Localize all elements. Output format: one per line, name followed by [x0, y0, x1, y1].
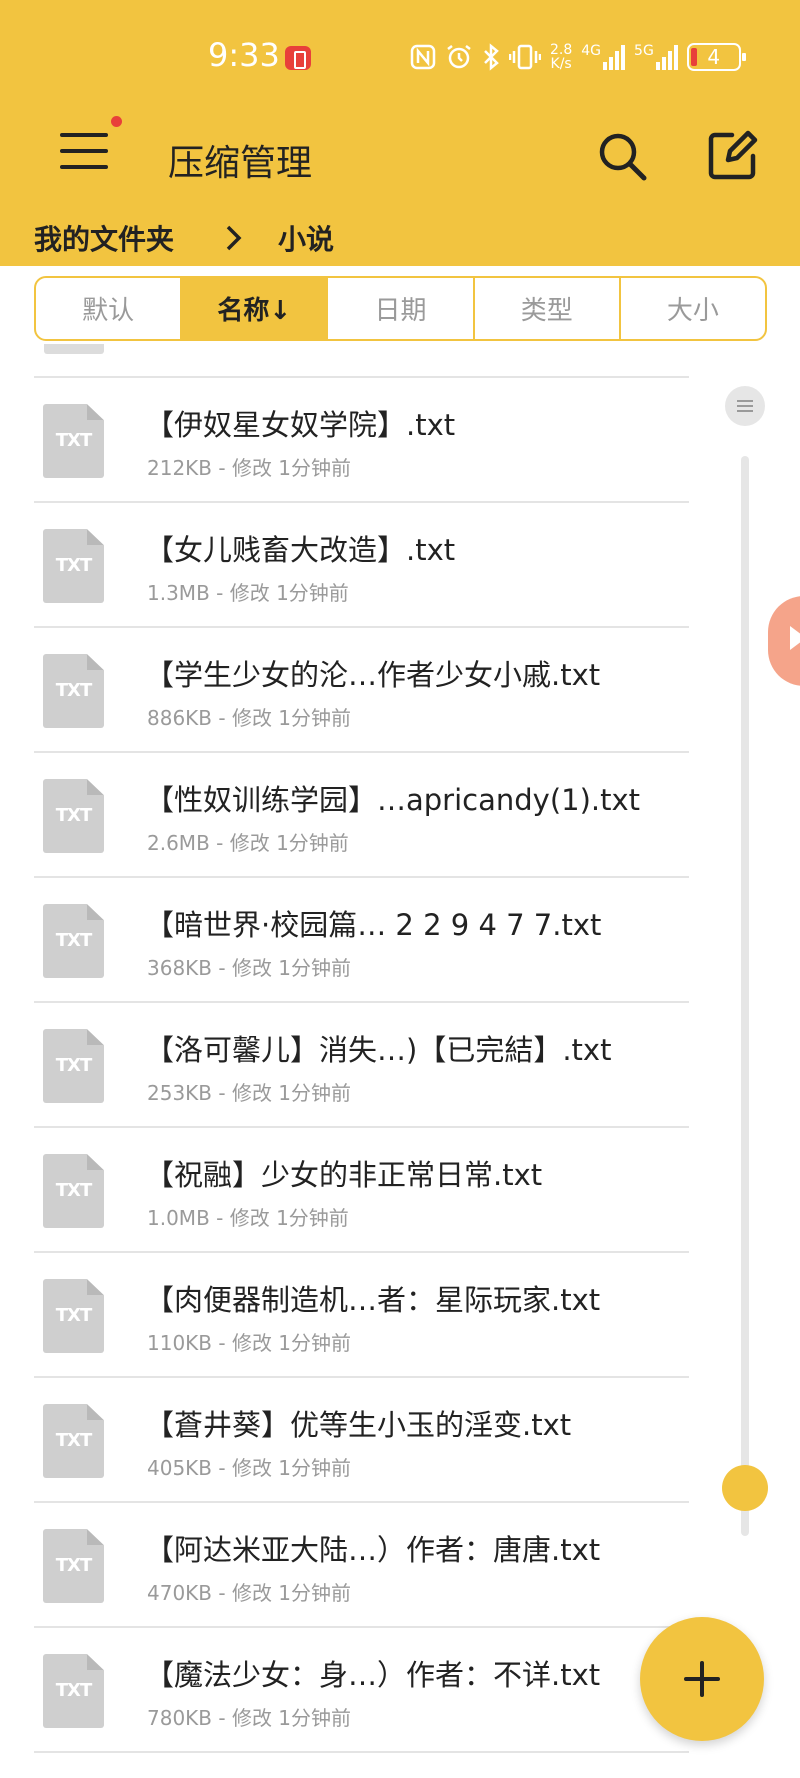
file-meta: 780KB - 修改 1分钟前: [147, 1706, 352, 1730]
txt-file-icon: TXT: [43, 529, 104, 603]
status-icons: 2.8 K/s 4G 5G 4: [410, 40, 746, 74]
file-name: 【女儿贱畜大改造】.txt: [145, 533, 456, 567]
scrollbar-thumb[interactable]: [722, 1465, 768, 1511]
file-meta: 368KB - 修改 1分钟前: [147, 956, 352, 980]
file-name: 【洛可馨儿】消失…)【已完結】.txt: [145, 1033, 612, 1067]
file-row[interactable]: TXT 【蒼井葵】优等生小玉的淫变.txt 405KB - 修改 1分钟前: [0, 1378, 800, 1503]
sort-tab-name[interactable]: 名称↓: [180, 278, 327, 339]
file-meta: 1.3MB - 修改 1分钟前: [147, 581, 349, 605]
txt-file-icon: TXT: [43, 1029, 104, 1103]
file-list: TXT 【伊奴星女奴学院】.txt 212KB - 修改 1分钟前 TXT 【女…: [0, 378, 800, 1753]
menu-icon[interactable]: [60, 133, 108, 173]
plus-icon: [684, 1661, 720, 1697]
file-row[interactable]: TXT 【祝融】少女的非正常日常.txt 1.0MB - 修改 1分钟前: [0, 1128, 800, 1253]
file-meta: 253KB - 修改 1分钟前: [147, 1081, 352, 1105]
alarm-icon: [447, 45, 471, 69]
txt-file-icon: TXT: [43, 1154, 104, 1228]
page-title: 压缩管理: [168, 143, 313, 184]
file-name: 【蒼井葵】优等生小玉的淫变.txt: [145, 1408, 572, 1442]
file-name: 【伊奴星女奴学院】.txt: [145, 408, 456, 442]
file-meta: 212KB - 修改 1分钟前: [147, 456, 352, 480]
file-row[interactable]: TXT 【性奴训练学园】…apricandy(1).txt 2.6MB - 修改…: [0, 753, 800, 878]
status-bar: 9:33 2.8 K/s 4G 5G 4: [0, 0, 800, 120]
file-row[interactable]: TXT 【阿达米亚大陆…）作者：唐唐.txt 470KB - 修改 1分钟前: [0, 1503, 800, 1628]
sort-tab-type[interactable]: 类型: [472, 278, 619, 339]
txt-file-icon: TXT: [43, 1529, 104, 1603]
edit-icon[interactable]: [706, 130, 758, 182]
file-name: 【性奴训练学园】…apricandy(1).txt: [145, 783, 641, 817]
sort-tab-size[interactable]: 大小: [618, 278, 765, 339]
file-row[interactable]: TXT 【暗世界·校园篇… 2 2 9 4 7 7.txt 368KB - 修改…: [0, 878, 800, 1003]
4g-signal-icon: 4G: [581, 44, 626, 70]
file-row[interactable]: TXT 【肉便器制造机…者：星际玩家.txt 110KB - 修改 1分钟前: [0, 1253, 800, 1378]
txt-file-icon: TXT: [43, 779, 104, 853]
recording-icon: [285, 46, 311, 70]
notification-dot: [111, 116, 122, 127]
file-meta: 405KB - 修改 1分钟前: [147, 1456, 352, 1480]
file-name: 【魔法少女：身…）作者：不详.txt: [145, 1658, 601, 1692]
data-speed: 2.8 K/s: [550, 42, 573, 72]
txt-file-icon: TXT: [43, 1654, 104, 1728]
txt-file-icon: TXT: [43, 904, 104, 978]
breadcrumb-current[interactable]: 小说: [278, 218, 334, 258]
bluetooth-icon: [484, 43, 499, 71]
add-button[interactable]: [640, 1617, 764, 1741]
file-row[interactable]: TXT 【洛可馨儿】消失…)【已完結】.txt 253KB - 修改 1分钟前: [0, 1003, 800, 1128]
file-name: 【学生少女的沦…作者少女小戚.txt: [145, 658, 601, 692]
battery-level: 4: [707, 45, 721, 69]
sort-tab-date[interactable]: 日期: [326, 278, 472, 339]
search-icon[interactable]: [596, 130, 648, 182]
file-name: 【祝融】少女的非正常日常.txt: [145, 1158, 543, 1192]
file-row[interactable]: TXT 【学生少女的沦…作者少女小戚.txt 886KB - 修改 1分钟前: [0, 628, 800, 753]
txt-file-icon: TXT: [43, 654, 104, 728]
file-meta: 470KB - 修改 1分钟前: [147, 1581, 352, 1605]
nfc-icon: [410, 44, 436, 70]
breadcrumb: 我的文件夹 小说: [34, 218, 334, 258]
txt-file-icon: TXT: [43, 404, 104, 478]
scroll-menu-icon[interactable]: [725, 386, 765, 426]
file-meta: 1.0MB - 修改 1分钟前: [147, 1206, 349, 1230]
app-header: 9:33 2.8 K/s 4G 5G 4 压缩管理 我的文件夹 小说: [0, 0, 800, 266]
file-icon: [44, 344, 104, 354]
file-name: 【暗世界·校园篇… 2 2 9 4 7 7.txt: [145, 908, 602, 942]
breadcrumb-root[interactable]: 我的文件夹: [34, 218, 174, 258]
file-row[interactable]: TXT 【伊奴星女奴学院】.txt 212KB - 修改 1分钟前: [0, 378, 800, 503]
status-time: 9:33: [208, 36, 280, 74]
file-meta: 110KB - 修改 1分钟前: [147, 1331, 352, 1355]
5g-signal-icon: 5G: [634, 44, 678, 70]
sort-tab-default[interactable]: 默认: [36, 278, 180, 339]
vibrate-icon: [509, 44, 541, 70]
chevron-right-icon: [226, 225, 242, 251]
file-meta: 886KB - 修改 1分钟前: [147, 706, 352, 730]
file-name: 【阿达米亚大陆…）作者：唐唐.txt: [145, 1533, 601, 1567]
sort-tabs: 默认 名称↓ 日期 类型 大小: [34, 276, 767, 341]
txt-file-icon: TXT: [43, 1279, 104, 1353]
txt-file-icon: TXT: [43, 1404, 104, 1478]
file-meta: 2.6MB - 修改 1分钟前: [147, 831, 349, 855]
file-row[interactable]: TXT 【女儿贱畜大改造】.txt 1.3MB - 修改 1分钟前: [0, 503, 800, 628]
file-name: 【肉便器制造机…者：星际玩家.txt: [145, 1283, 601, 1317]
battery-icon: 4: [686, 43, 746, 71]
scrollbar-track[interactable]: [741, 456, 749, 1536]
